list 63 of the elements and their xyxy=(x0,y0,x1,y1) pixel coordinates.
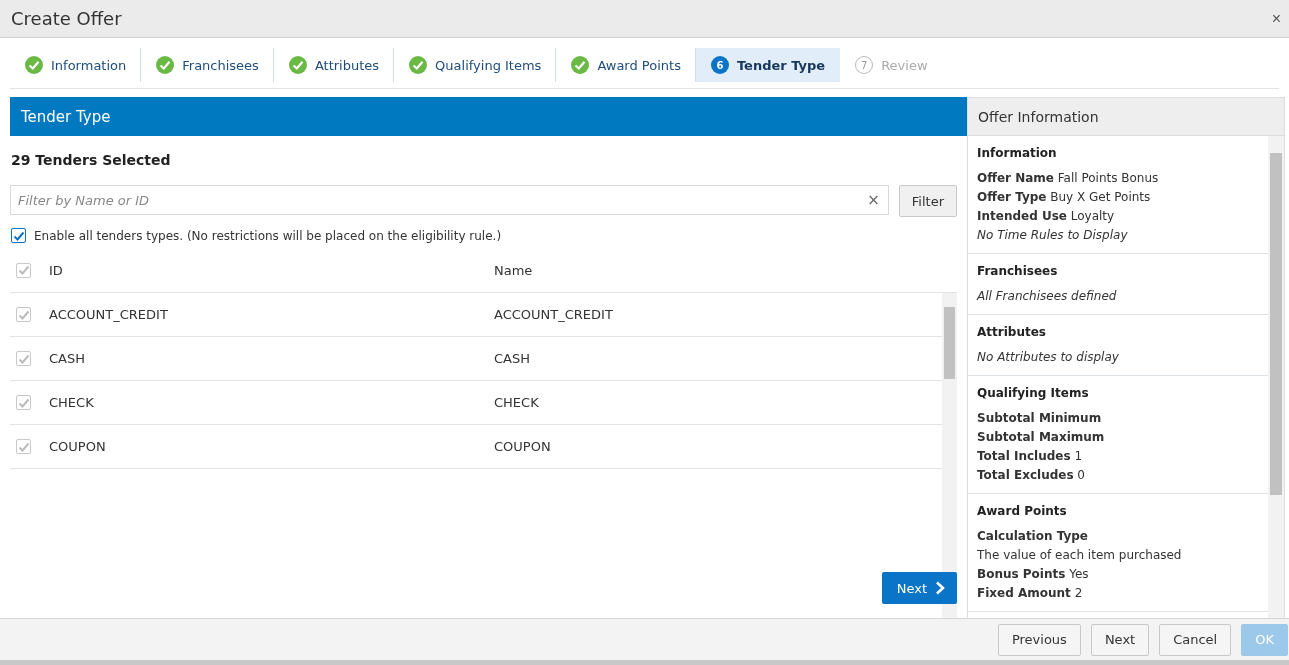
table-cell-text: CASH xyxy=(48,351,86,366)
info-line: Bonus Points Yes xyxy=(977,566,1090,583)
info-line: Total Excludes 0 xyxy=(977,467,1086,484)
close-button[interactable]: × xyxy=(1267,9,1285,28)
panel-title: Offer Information xyxy=(968,98,1284,136)
info-line: Subtotal Maximum xyxy=(977,429,1106,446)
checkbox[interactable] xyxy=(16,262,31,278)
section-title: Franchisees xyxy=(977,264,1059,278)
chevron-right-icon xyxy=(935,581,945,595)
step-tab[interactable]: Franchisees xyxy=(141,48,274,82)
step-tab[interactable]: Award Points xyxy=(556,48,696,82)
info-line: The value of each item purchased xyxy=(977,547,1183,564)
info-line: Calculation Type xyxy=(977,528,1089,545)
check-circle-icon xyxy=(25,56,43,74)
step-tab[interactable]: 6 Tender Type xyxy=(695,48,841,82)
section-title: Information xyxy=(977,146,1058,160)
checkbox[interactable] xyxy=(11,228,26,243)
dialog-title: Create Offer xyxy=(11,8,122,29)
table-cell: CASH xyxy=(494,351,530,366)
info-line: Total Includes 1 xyxy=(977,448,1084,465)
info-line: Offer Type Buy X Get Points xyxy=(977,189,1152,206)
info-line: Fixed Amount 2 xyxy=(977,585,1084,602)
table-cell: COUPON xyxy=(494,439,551,454)
footer-button[interactable]: Next xyxy=(1090,623,1150,656)
checkbox[interactable] xyxy=(16,439,31,454)
table-cell-text: CHECK xyxy=(48,395,95,410)
info-note: No Time Rules to Display xyxy=(977,227,1129,244)
selected-count: 29 Tenders Selected xyxy=(10,151,172,170)
table-cell: CHECK xyxy=(494,395,539,410)
step-tab[interactable]: Attributes xyxy=(273,48,395,82)
check-circle-icon xyxy=(288,56,307,74)
section-title: Attributes xyxy=(977,325,1047,339)
filter-button[interactable]: Filter xyxy=(898,185,957,217)
scrollbar[interactable] xyxy=(942,293,957,618)
check-circle-icon xyxy=(156,56,175,74)
info-note: No Attributes to display xyxy=(977,349,1120,366)
column-header: ID xyxy=(48,262,64,278)
info-line: Offer Name Fall Points Bonus xyxy=(977,170,1160,187)
info-line: Subtotal Minimum xyxy=(977,410,1103,427)
clear-icon[interactable]: × xyxy=(859,191,888,209)
table-cell-text: COUPON xyxy=(48,439,107,454)
table-cell-text: ACCOUNT_CREDIT xyxy=(48,307,169,322)
scrollbar[interactable] xyxy=(1268,136,1284,618)
checkbox[interactable] xyxy=(16,307,31,322)
step-number: 6 xyxy=(710,56,729,74)
check-circle-icon xyxy=(571,56,590,74)
checkbox[interactable] xyxy=(16,395,31,410)
footer-button[interactable]: Previous xyxy=(997,623,1081,656)
checkbox-label: Enable all tenders types. (No restrictions will be placed on the eligibility rule.) xyxy=(34,228,502,243)
table-cell: ACCOUNT_CREDIT xyxy=(494,307,613,322)
step-tab[interactable]: Information xyxy=(10,48,142,82)
checkbox[interactable] xyxy=(16,351,31,366)
section-title: Award Points xyxy=(977,504,1068,518)
section-title: Qualifying Items xyxy=(977,386,1090,400)
footer-button[interactable]: Cancel xyxy=(1159,623,1232,656)
check-circle-icon xyxy=(409,56,428,74)
next-button[interactable]: Next xyxy=(881,572,957,604)
column-header: Name xyxy=(494,262,533,278)
info-note: All Franchisees defined xyxy=(977,288,1118,305)
info-line: Intended Use Loyalty xyxy=(977,208,1116,225)
step-tab[interactable]: Qualifying Items xyxy=(394,48,557,82)
section-header: Tender Type xyxy=(10,97,967,136)
filter-field[interactable]: Filter by Name or ID × xyxy=(10,185,889,215)
